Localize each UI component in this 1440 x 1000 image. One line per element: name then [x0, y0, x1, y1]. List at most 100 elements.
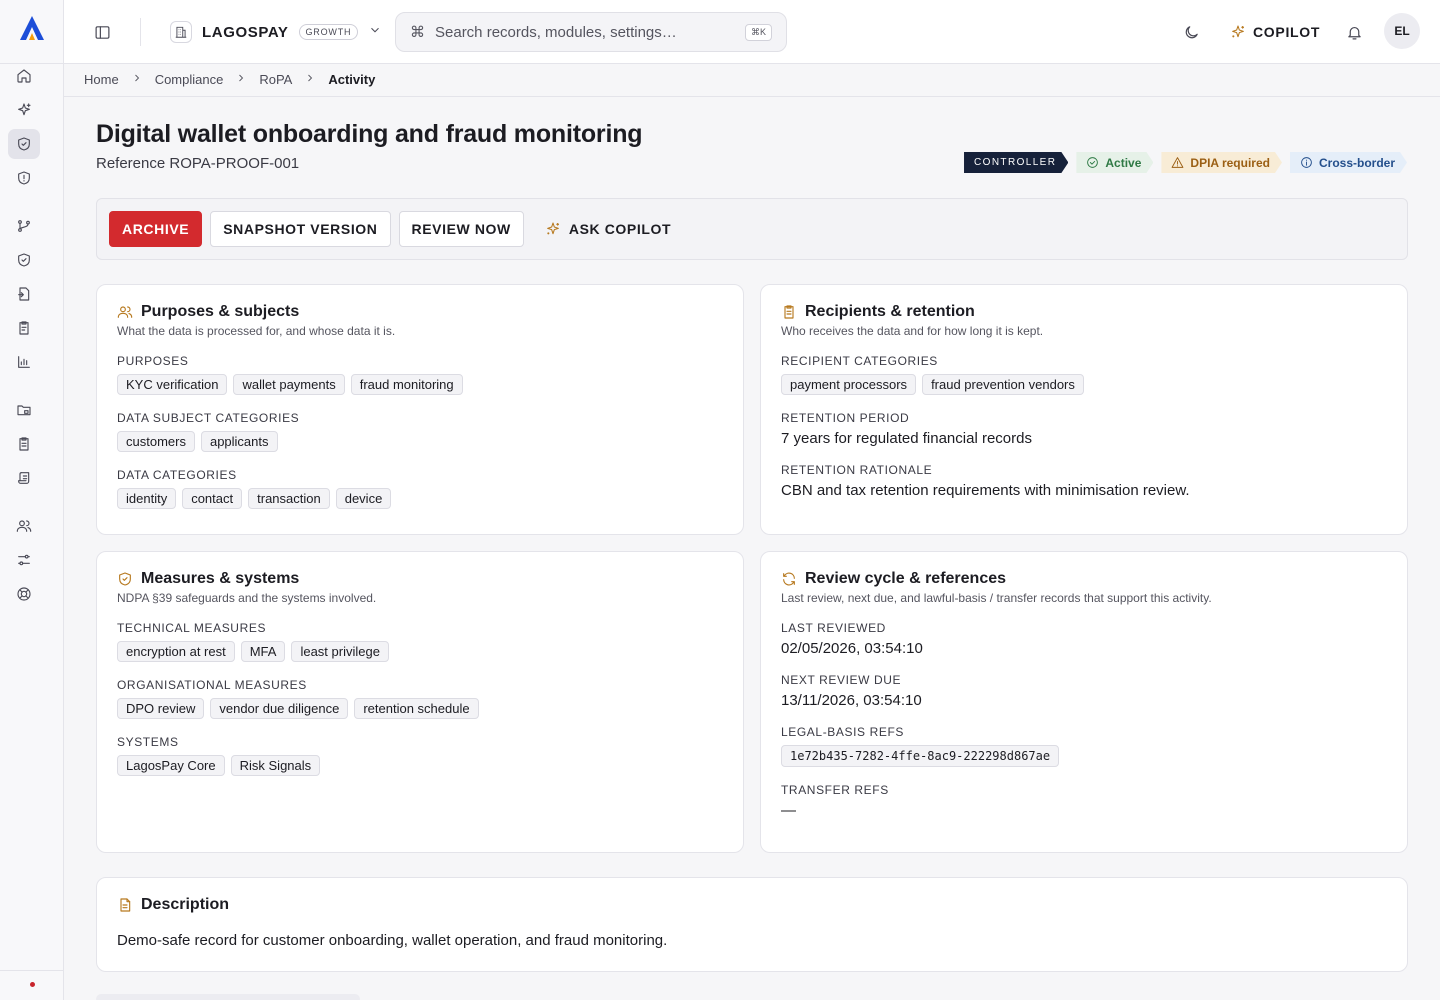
nav-shield-alert-icon[interactable]: [8, 163, 40, 193]
nav-shield-icon[interactable]: [8, 245, 40, 275]
chevron-right-icon: [235, 72, 247, 87]
nav-file-check-icon[interactable]: [8, 279, 40, 309]
card-title: Review cycle & references: [805, 570, 1007, 587]
org-name: LAGOSPAY: [202, 23, 289, 41]
data-category-chip: contact: [182, 488, 243, 509]
chevron-down-icon: [368, 23, 382, 42]
nav-clipboard-icon[interactable]: [8, 313, 40, 343]
subjects-chips: customers applicants: [117, 431, 723, 452]
systems-chips: LagosPay Core Risk Signals: [117, 755, 723, 776]
info-circle-icon: [1300, 156, 1313, 169]
data-category-chip: device: [335, 488, 392, 509]
sparkle-icon: [1232, 25, 1244, 38]
org-measures-label: ORGANISATIONAL MEASURES: [117, 678, 307, 692]
cross-border-badge: Cross-border: [1290, 152, 1407, 173]
measures-systems-card: Measures & systems NDPA §39 safeguards a…: [96, 551, 744, 853]
card-subtitle: What the data is processed for, and whos…: [117, 324, 396, 338]
org-switcher[interactable]: LAGOSPAY GROWTH: [170, 18, 382, 46]
status-badges: CONTROLLER Active DPIA required Cross-bo…: [964, 152, 1407, 173]
action-bar: ARCHIVE SNAPSHOT VERSION REVIEW NOW ASK …: [96, 198, 1408, 260]
nav-lifebuoy-icon[interactable]: [8, 579, 40, 609]
retention-rationale-value: CBN and tax retention requirements with …: [781, 482, 1190, 499]
global-search-input[interactable]: ⌘ Search records, modules, settings… ⌘K: [395, 12, 787, 52]
warning-triangle-icon: [1171, 156, 1184, 169]
recipient-chip: fraud prevention vendors: [922, 374, 1084, 395]
users-icon: [117, 306, 133, 318]
subjects-label: DATA SUBJECT CATEGORIES: [117, 411, 300, 425]
next-review-value: 13/11/2026, 03:54:10: [781, 692, 922, 709]
last-reviewed-label: LAST REVIEWED: [781, 621, 886, 635]
card-title: Measures & systems: [141, 570, 300, 587]
file-text-icon: [120, 898, 131, 912]
breadcrumb-current: Activity: [328, 72, 376, 87]
retention-period-value: 7 years for regulated financial records: [781, 430, 1032, 447]
subject-chip: customers: [117, 431, 195, 452]
theme-toggle-moon-icon[interactable]: [1181, 22, 1201, 42]
data-category-chip: transaction: [248, 488, 330, 509]
org-measures-chips: DPO review vendor due diligence retentio…: [117, 698, 723, 719]
sidebar: [0, 0, 64, 1000]
archive-button[interactable]: ARCHIVE: [109, 211, 203, 247]
copilot-label: COPILOT: [1253, 24, 1321, 40]
nav-home-icon[interactable]: [8, 61, 40, 91]
technical-measures-chips: encryption at rest MFA least privilege: [117, 641, 723, 662]
card-subtitle: Who receives the data and for how long i…: [781, 324, 1044, 338]
search-shortcut-hint: ⌘K: [744, 23, 772, 41]
ask-copilot-button[interactable]: ASK COPILOT: [532, 211, 684, 247]
subject-chip: applicants: [200, 431, 278, 452]
nav-scroll-icon[interactable]: [8, 463, 40, 493]
snapshot-version-button[interactable]: SNAPSHOT VERSION: [210, 211, 391, 247]
technical-measure-chip: MFA: [240, 641, 286, 662]
breadcrumb-home[interactable]: Home: [84, 72, 119, 87]
transfer-refs-value: —: [781, 802, 796, 819]
purposes-chips: KYC verification wallet payments fraud m…: [117, 374, 723, 395]
purpose-chip: wallet payments: [233, 374, 345, 395]
refresh-icon: [783, 572, 795, 586]
breadcrumb-compliance[interactable]: Compliance: [155, 72, 224, 87]
retention-period-label: RETENTION PERIOD: [781, 411, 910, 425]
shield-check-icon: [119, 572, 131, 586]
breadcrumb-ropa[interactable]: RoPA: [259, 72, 292, 87]
nav-sparkle-icon[interactable]: [8, 95, 40, 125]
user-avatar[interactable]: EL: [1384, 13, 1420, 49]
nav-git-branch-icon[interactable]: [8, 211, 40, 241]
legal-basis-ref-link[interactable]: 1e72b435-7282-4ffe-8ac9-222298d867ae: [781, 745, 1060, 767]
description-card: Description Demo-safe record for custome…: [96, 877, 1408, 972]
purpose-chip: fraud monitoring: [350, 374, 463, 395]
technical-measures-label: TECHNICAL MEASURES: [117, 621, 267, 635]
org-plan-badge: GROWTH: [298, 24, 359, 40]
review-now-button[interactable]: REVIEW NOW: [398, 211, 524, 247]
notifications-bell-icon[interactable]: [1344, 22, 1364, 42]
next-review-label: NEXT REVIEW DUE: [781, 673, 902, 687]
nav-clipboard-list-icon[interactable]: [8, 429, 40, 459]
card-subtitle: NDPA §39 safeguards and the systems invo…: [117, 591, 377, 605]
sidebar-toggle-icon[interactable]: [92, 22, 112, 42]
nav-users-icon[interactable]: [8, 511, 40, 541]
nav-folder-lock-icon[interactable]: [8, 395, 40, 425]
dpia-badge-label: DPIA required: [1190, 155, 1270, 170]
card-title: Recipients & retention: [805, 303, 975, 320]
breadcrumb-bar: Home Compliance RoPA Activity: [64, 64, 1440, 97]
card-subtitle: Last review, next due, and lawful-basis …: [781, 591, 1212, 605]
nav-bar-chart-icon[interactable]: [8, 347, 40, 377]
next-section-edge: [96, 994, 360, 1000]
page-title: Digital wallet onboarding and fraud moni…: [96, 120, 643, 148]
search-placeholder: Search records, modules, settings…: [435, 23, 677, 41]
sidebar-footer-divider: [0, 970, 64, 971]
chevron-right-icon: [304, 72, 316, 87]
copilot-button[interactable]: COPILOT: [1230, 18, 1320, 46]
purposes-label: PURPOSES: [117, 354, 189, 368]
command-icon: ⌘: [410, 24, 425, 41]
technical-measure-chip: least privilege: [291, 641, 389, 662]
chevron-right-icon: [131, 72, 143, 87]
topbar-divider: [140, 18, 141, 46]
cross-border-badge-label: Cross-border: [1318, 155, 1395, 170]
app-logo[interactable]: [18, 14, 46, 42]
system-chip: Risk Signals: [230, 755, 321, 776]
nav-sliders-icon[interactable]: [8, 545, 40, 575]
role-badge-label: CONTROLLER: [974, 157, 1057, 168]
topbar: LAGOSPAY GROWTH ⌘ Search records, module…: [64, 0, 1440, 64]
nav-compliance-shield-check-icon[interactable]: [8, 129, 40, 159]
status-badge: Active: [1076, 152, 1153, 173]
record-reference: Reference ROPA-PROOF-001: [96, 155, 300, 172]
